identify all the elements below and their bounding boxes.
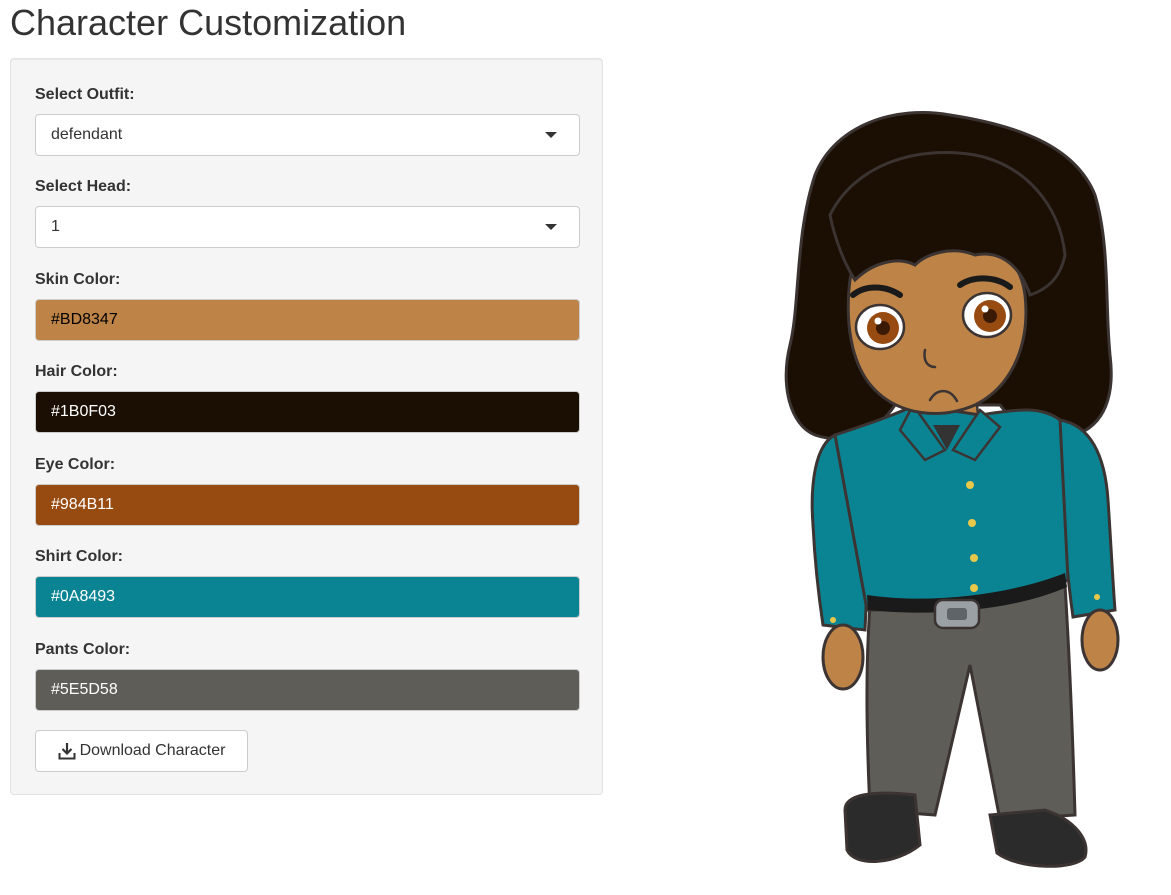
head-select[interactable]: 1 xyxy=(35,206,580,248)
head-select-value: 1 xyxy=(51,218,60,235)
hair-color-label: Hair Color: xyxy=(35,363,118,380)
eye-color-input[interactable]: #984B11 xyxy=(35,484,580,526)
eye-color-label: Eye Color: xyxy=(35,456,116,473)
caret-down-icon xyxy=(545,224,557,230)
download-character-button[interactable]: Download Character xyxy=(35,730,248,772)
hair-color-input[interactable]: #1B0F03 xyxy=(35,391,580,433)
skin-color-label: Skin Color: xyxy=(35,271,121,288)
outfit-select[interactable]: defendant xyxy=(35,114,580,156)
page-title: Character Customization xyxy=(10,2,407,43)
download-button-label: Download Character xyxy=(79,742,226,759)
character-illustration xyxy=(784,111,1120,868)
pants-color-input[interactable]: #5E5D58 xyxy=(35,669,580,711)
shirt-color-input[interactable]: #0A8493 xyxy=(35,576,580,618)
download-icon xyxy=(58,743,76,760)
caret-down-icon xyxy=(545,132,557,138)
outfit-select-value: defendant xyxy=(51,126,123,143)
outfit-label: Select Outfit: xyxy=(35,86,135,103)
pants-color-label: Pants Color: xyxy=(35,641,131,658)
head-label: Select Head: xyxy=(35,178,132,195)
skin-color-input[interactable]: #BD8347 xyxy=(35,299,580,341)
shirt-color-label: Shirt Color: xyxy=(35,548,123,565)
customization-panel: Select Outfit: defendant Select Head: 1 … xyxy=(10,58,603,795)
